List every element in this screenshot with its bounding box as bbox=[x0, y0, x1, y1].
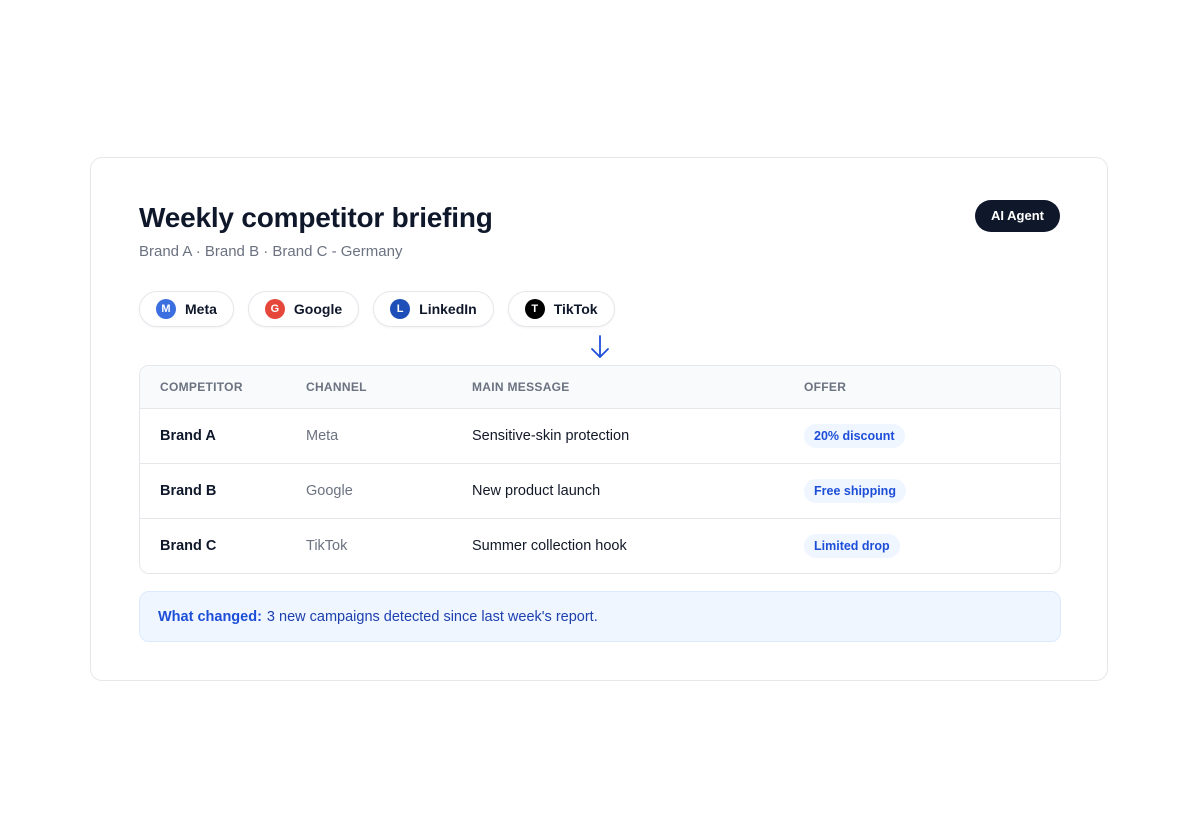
offer-cell: Free shipping bbox=[804, 479, 1060, 503]
column-header-channel: CHANNEL bbox=[306, 380, 367, 394]
channel-chips: M Meta G Google L LinkedIn T TikTok bbox=[139, 291, 615, 327]
message-cell: Summer collection hook bbox=[472, 538, 627, 554]
note-label: What changed: bbox=[158, 608, 262, 625]
offer-cell: Limited drop bbox=[804, 534, 1060, 558]
channel-cell: TikTok bbox=[306, 538, 348, 554]
column-header-offer: OFFER bbox=[804, 380, 847, 394]
arrow-down-icon bbox=[591, 335, 609, 358]
channel-chip-label: LinkedIn bbox=[419, 301, 477, 317]
channel-chip-label: Google bbox=[293, 301, 343, 317]
column-header-competitor: COMPETITOR bbox=[160, 380, 243, 394]
page-title: Weekly competitor briefing bbox=[139, 202, 493, 233]
offer-cell: 20% discount bbox=[804, 424, 1060, 448]
table-header: COMPETITOR CHANNEL MAIN MESSAGE OFFER bbox=[140, 366, 1060, 408]
briefing-card: Weekly competitor briefing Brand A · Bra… bbox=[90, 157, 1108, 681]
offer-badge: 20% discount bbox=[804, 424, 905, 448]
channel-chip-google[interactable]: G Google bbox=[247, 291, 360, 327]
table-row: Brand C TikTok Summer collection hook Li… bbox=[140, 518, 1060, 573]
table-row: Brand B Google New product launch Free s… bbox=[140, 463, 1060, 518]
what-changed-note: What changed: 3 new campaigns detected s… bbox=[139, 591, 1061, 642]
channel-cell: Meta bbox=[306, 428, 339, 444]
channel-cell: Google bbox=[306, 483, 353, 499]
column-header-main-message: MAIN MESSAGE bbox=[472, 380, 570, 394]
competitor-cell: Brand C bbox=[160, 538, 217, 554]
page-subtitle: Brand A · Brand B · Brand C - Germany bbox=[139, 243, 403, 260]
channel-chip-tiktok[interactable]: T TikTok bbox=[507, 291, 615, 327]
offer-badge: Free shipping bbox=[804, 479, 906, 503]
ai-agent-badge[interactable]: AI Agent bbox=[975, 200, 1060, 232]
channel-chip-linkedin[interactable]: L LinkedIn bbox=[373, 291, 494, 327]
channel-chip-label: TikTok bbox=[553, 301, 598, 317]
competitor-table: COMPETITOR CHANNEL MAIN MESSAGE OFFER Br… bbox=[139, 365, 1061, 574]
message-cell: Sensitive-skin protection bbox=[472, 428, 630, 444]
offer-badge: Limited drop bbox=[804, 534, 900, 558]
message-cell: New product launch bbox=[472, 483, 601, 499]
linkedin-icon: L bbox=[390, 299, 411, 319]
table-row: Brand A Meta Sensitive-skin protection 2… bbox=[140, 408, 1060, 463]
meta-icon: M bbox=[156, 299, 176, 319]
competitor-cell: Brand A bbox=[160, 428, 216, 444]
channel-chip-meta[interactable]: M Meta bbox=[139, 291, 234, 327]
google-icon: G bbox=[264, 299, 285, 319]
tiktok-icon: T bbox=[524, 299, 545, 319]
channel-chip-label: Meta bbox=[185, 301, 217, 317]
competitor-cell: Brand B bbox=[160, 483, 217, 499]
note-text: 3 new campaigns detected since last week… bbox=[266, 608, 598, 625]
